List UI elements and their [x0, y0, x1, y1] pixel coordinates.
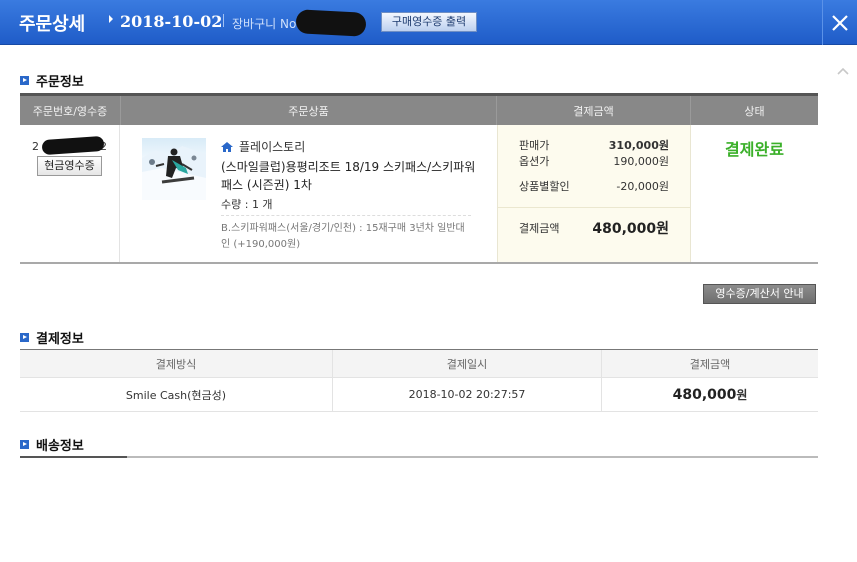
quantity: 수량 : 1 개 [221, 198, 273, 211]
price-row: 판매가 310,000원 [519, 137, 669, 153]
divider [498, 207, 690, 208]
price-value: -20,000원 [616, 180, 669, 193]
order-number-prefix: 2 [32, 140, 39, 153]
skier-image [142, 146, 206, 200]
order-section-label: 주문정보 [36, 75, 84, 90]
status-cell: 결제완료 [691, 125, 818, 262]
total-value: 480,000원 [592, 221, 669, 237]
close-icon [832, 14, 848, 31]
status-badge: 결제완료 [725, 140, 784, 159]
shipping-section-title: 배송정보 [20, 435, 84, 454]
payment-amount: 480,000 [672, 386, 737, 403]
divider [20, 456, 818, 458]
cart-number-label: 장바구니 No [232, 17, 297, 31]
bullet-icon [20, 76, 29, 85]
product-thumbnail[interactable] [142, 138, 206, 200]
order-number-cell: 2 42 현금영수증 [20, 125, 120, 262]
title-bar: 주문상세 2018-10-02 장바구니 No 구매영수증 출력 [0, 0, 857, 45]
column-header: 결제일시 [333, 350, 602, 377]
payment-table-header: 결제방식 결제일시 결제금액 [20, 349, 818, 378]
payment-method: Smile Cash(현금성) [20, 378, 333, 411]
bullet-icon [20, 440, 29, 449]
column-header: 결제방식 [20, 350, 333, 377]
order-date: 2018-10-02 [120, 12, 223, 31]
price-row: 상품별할인 -20,000원 [519, 178, 669, 194]
seller-name: 플레이스토리 [239, 140, 306, 154]
divider [221, 215, 471, 216]
price-label: 상품별할인 [519, 180, 570, 193]
price-cell: 판매가 310,000원 옵션가 190,000원 상품별할인 -20,000원… [497, 125, 691, 262]
bullet-icon [20, 333, 29, 342]
payment-section-label: 결제정보 [36, 332, 84, 347]
price-label: 옵션가 [519, 155, 550, 168]
column-header: 주문번호/영수증 [20, 96, 121, 125]
divider [20, 456, 127, 458]
home-icon [221, 141, 233, 152]
close-button[interactable] [822, 0, 857, 45]
order-table-header: 주문번호/영수증 주문상품 결제금액 상태 [20, 93, 818, 125]
cash-receipt-button[interactable]: 현금영수증 [37, 156, 102, 176]
payment-table: 결제방식 결제일시 결제금액 Smile Cash(현금성) 2018-10-0… [20, 349, 818, 412]
redaction-mark [295, 9, 367, 37]
price-row: 옵션가 190,000원 [519, 153, 669, 169]
product-cell: 플레이스토리 (스마일클럽)용평리조트 18/19 스키패스/스키파워패스 (시… [121, 125, 497, 262]
option-text: B.스키파워패스(서울/경기/인천) : 15재구매 3년차 일반대인 (+19… [221, 223, 465, 250]
column-header: 상태 [744, 104, 765, 118]
total-row: 결제금액 480,000원 [519, 218, 669, 238]
page-title: 주문상세 [19, 14, 86, 35]
column-header: 주문상품 [121, 96, 497, 125]
payment-section-title: 결제정보 [20, 328, 84, 347]
column-header: 결제금액 [689, 357, 731, 371]
print-receipt-button[interactable]: 구매영수증 출력 [381, 12, 477, 32]
product-name[interactable]: (스마일클럽)용평리조트 18/19 스키패스/스키파워패스 (시즌권) 1차 [221, 158, 476, 194]
shipping-section-label: 배송정보 [36, 439, 84, 454]
seller-link[interactable]: 플레이스토리 [221, 138, 305, 155]
arrow-right-icon [109, 15, 113, 23]
price-value: 310,000원 [608, 139, 669, 152]
payment-amount-unit: 원 [736, 388, 748, 402]
total-label: 결제금액 [519, 222, 560, 235]
price-label: 판매가 [519, 139, 550, 152]
divider [223, 14, 224, 27]
order-section-title: 주문정보 [20, 71, 84, 90]
order-row: 2 42 현금영수증 [20, 125, 818, 264]
payment-row: Smile Cash(현금성) 2018-10-02 20:27:57 480,… [20, 378, 818, 412]
payment-datetime: 2018-10-02 20:27:57 [333, 378, 602, 411]
column-header: 결제금액 [497, 96, 691, 125]
receipt-info-button[interactable]: 영수증/계산서 안내 [703, 284, 816, 304]
price-value: 190,000원 [613, 155, 669, 168]
order-table: 주문번호/영수증 주문상품 결제금액 상태 2 42 현금영수증 [20, 93, 818, 264]
scroll-up-icon[interactable] [837, 66, 849, 76]
payment-amount-cell: 480,000 원 [602, 378, 818, 411]
